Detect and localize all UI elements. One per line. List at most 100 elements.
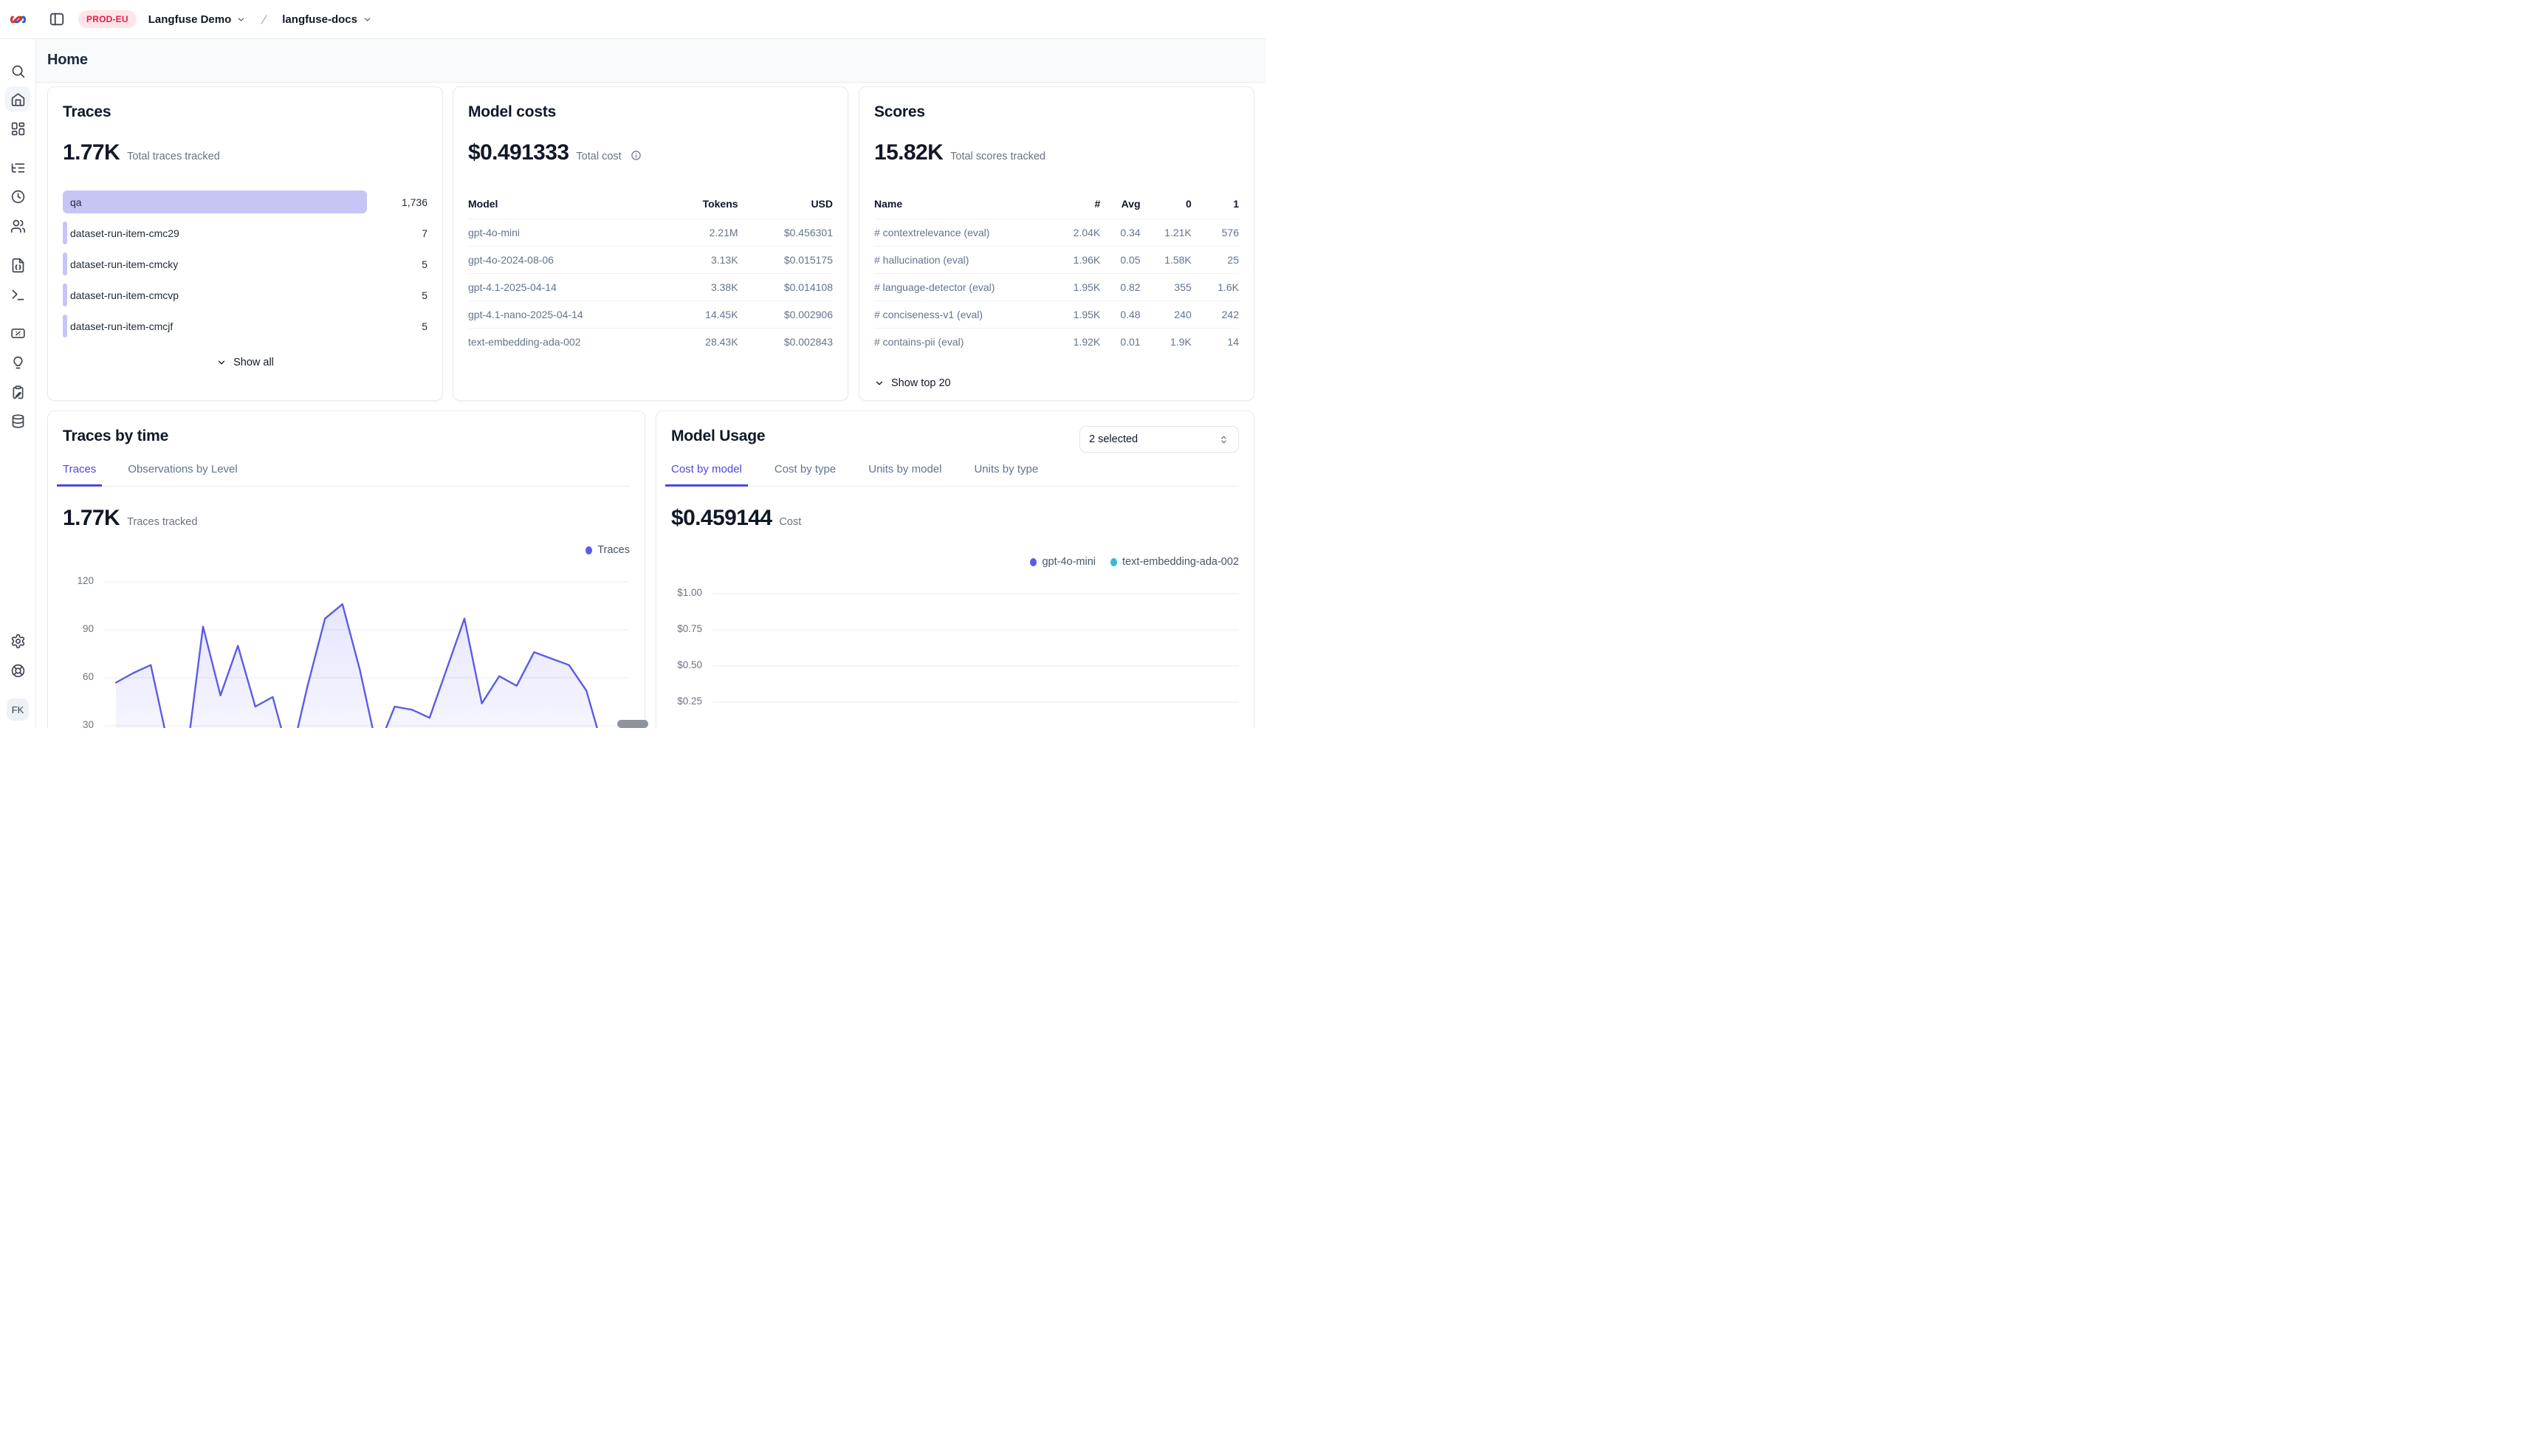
home-icon [10, 92, 26, 107]
table-cell: 0.01 [1100, 329, 1140, 356]
y-tick-label: 120 [77, 575, 94, 586]
sidebar-item-llm-as-a-judge[interactable] [5, 350, 30, 375]
column-header: # [1049, 198, 1100, 219]
model-usage-chart-legend: gpt-4o-minitext-embedding-ada-002 [671, 556, 1239, 568]
scores-table: Name#Avg01# contextrelevance (eval)2.04K… [874, 198, 1239, 355]
tab-units-by-model[interactable]: Units by model [862, 463, 947, 487]
lifebuoy-icon [10, 663, 26, 679]
top-bar: PROD-EU Langfuse Demo langfuse-docs [0, 0, 1266, 39]
table-row: gpt-4o-2024-08-063.13K$0.015175 [468, 247, 833, 274]
model-usage-metric: $0.459144 Cost [671, 506, 1239, 531]
y-tick-label: 30 [83, 719, 94, 728]
traces-metric: 1.77K Total traces tracked [63, 140, 427, 165]
table-cell: 355 [1141, 274, 1192, 301]
chevrons-up-down-icon [1218, 434, 1229, 445]
layout-dashboard-icon [10, 121, 26, 137]
table-cell: 0.34 [1100, 219, 1140, 247]
tab-traces[interactable]: Traces [57, 463, 102, 487]
table-cell: 2.04K [1049, 219, 1100, 247]
y-axis-labels: $1.00$0.75$0.50$0.25 [671, 571, 712, 728]
model-costs-metric: $0.491333 Total cost [468, 140, 833, 165]
show-all-button[interactable]: Show all [216, 357, 274, 368]
table-cell: 14.45K [650, 301, 738, 329]
scores-metric: 15.82K Total scores tracked [874, 140, 1239, 165]
sidebar-item-dashboards[interactable] [5, 116, 30, 141]
list-tree-icon [10, 160, 26, 176]
slash-icon [258, 13, 270, 26]
column-header: Avg [1100, 198, 1140, 219]
model-selector[interactable]: 2 selected [1079, 426, 1239, 453]
tab-cost-by-model[interactable]: Cost by model [665, 463, 748, 487]
sidebar-item-sessions[interactable] [5, 184, 30, 209]
sidebar-item-datasets[interactable] [5, 408, 30, 433]
table-cell: 1.96K [1049, 247, 1100, 274]
chevron-down-icon [236, 15, 246, 24]
legend-item: Traces [585, 544, 630, 556]
table-row: gpt-4.1-2025-04-143.38K$0.014108 [468, 274, 833, 301]
table-cell: 0.82 [1100, 274, 1140, 301]
column-header: Name [874, 198, 1049, 219]
traces-chart-legend: Traces [63, 544, 630, 556]
y-tick-label: $1.00 [677, 587, 702, 598]
table-cell: # conciseness-v1 (eval) [874, 301, 1049, 329]
table-cell: 1.6K [1192, 274, 1239, 301]
table-cell: 28.43K [650, 329, 738, 356]
scores-card: Scores 15.82K Total scores tracked Name#… [859, 86, 1254, 401]
page-title: Home [47, 52, 88, 69]
bar-list-row: dataset-run-item-cmcjf5 [63, 315, 427, 337]
sidebar-item-evaluators[interactable] [5, 320, 30, 346]
scores-total: 15.82K [874, 140, 943, 165]
user-avatar[interactable]: FK [7, 698, 29, 721]
column-header: Model [468, 198, 650, 219]
project-switcher[interactable]: langfuse-docs [282, 13, 372, 26]
bar-value: 5 [386, 258, 427, 270]
database-icon [10, 413, 26, 429]
model-usage-tabs: Cost by modelCost by typeUnits by modelU… [671, 463, 1239, 487]
sidebar-item-playground[interactable] [5, 282, 30, 307]
total-cost: $0.491333 [468, 140, 569, 165]
table-row: # hallucination (eval)1.96K0.051.58K25 [874, 247, 1239, 274]
table-cell: text-embedding-ada-002 [468, 329, 650, 356]
bar [63, 253, 67, 275]
langfuse-logo[interactable] [0, 11, 35, 28]
sidebar-item-search[interactable] [5, 58, 30, 83]
sidebar-item-users[interactable] [5, 213, 30, 238]
table-cell: 1.95K [1049, 274, 1100, 301]
info-icon[interactable] [631, 150, 642, 161]
sidebar-toggle-button[interactable] [47, 10, 66, 29]
panel-left-icon [49, 11, 65, 27]
tab-units-by-type[interactable]: Units by type [968, 463, 1044, 487]
sidebar-item-tracing[interactable] [5, 155, 30, 180]
table-cell: $0.014108 [738, 274, 833, 301]
tab-observations-by-level[interactable]: Observations by Level [122, 463, 243, 487]
sidebar-item-prompts[interactable] [5, 253, 30, 278]
traces-by-time-title: Traces by time [63, 427, 630, 445]
y-tick-label: 90 [83, 623, 94, 634]
chevron-down-icon [216, 357, 227, 368]
table-cell: gpt-4.1-2025-04-14 [468, 274, 650, 301]
table-cell: # contains-pii (eval) [874, 329, 1049, 356]
org-switcher[interactable]: Langfuse Demo [148, 13, 247, 26]
clipboard-pen-icon [10, 385, 26, 400]
bar-list-row: dataset-run-item-cmc297 [63, 222, 427, 244]
sidebar-item-home[interactable] [5, 86, 30, 111]
table-cell: 0.05 [1100, 247, 1140, 274]
table-cell: # language-detector (eval) [874, 274, 1049, 301]
table-row: # language-detector (eval)1.95K0.823551.… [874, 274, 1239, 301]
lightbulb-icon [10, 355, 26, 371]
traces-total: 1.77K [63, 140, 120, 165]
sidebar-item-settings[interactable] [5, 628, 30, 653]
traces-by-time-metric: 1.77K Traces tracked [63, 506, 630, 531]
table-row: gpt-4.1-nano-2025-04-1414.45K$0.002906 [468, 301, 833, 329]
horizontal-scrollbar-thumb[interactable] [617, 720, 648, 728]
table-cell: 2.21M [650, 219, 738, 247]
sidebar-item-annotation[interactable] [5, 380, 30, 405]
show-top-20-button[interactable]: Show top 20 [874, 377, 951, 389]
tab-cost-by-type[interactable]: Cost by type [769, 463, 842, 487]
table-cell: 1.21K [1141, 219, 1192, 247]
org-name: Langfuse Demo [148, 13, 232, 26]
sidebar: FK [0, 0, 36, 728]
sidebar-item-support[interactable] [5, 658, 30, 683]
table-header-row: Name#Avg01 [874, 198, 1239, 219]
model-usage-line-chart [712, 571, 1239, 728]
